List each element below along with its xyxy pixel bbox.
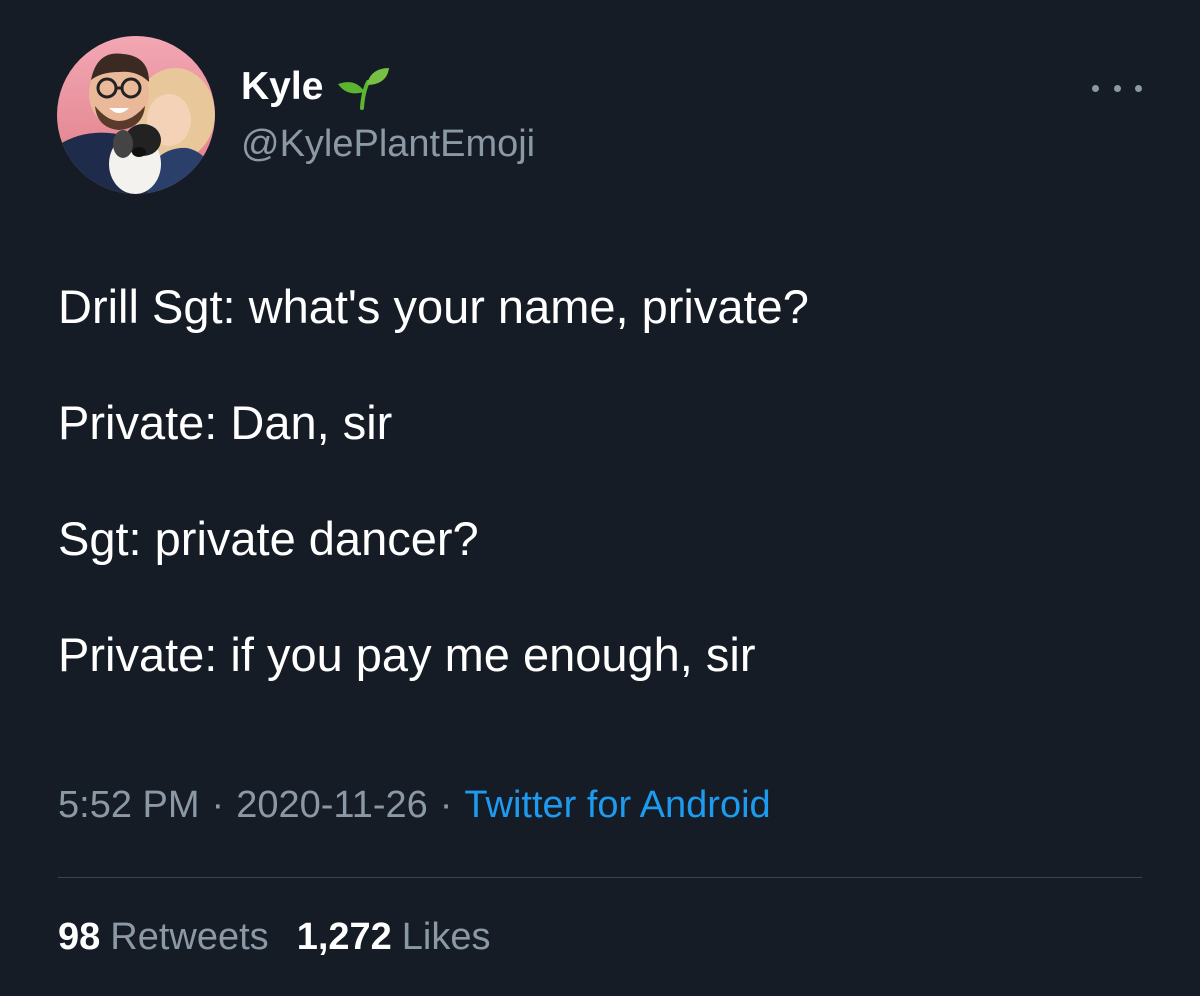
- retweets-stat[interactable]: 98 Retweets: [58, 916, 269, 958]
- seedling-icon: [335, 64, 393, 110]
- display-name[interactable]: Kyle: [241, 65, 323, 109]
- avatar[interactable]: [57, 36, 215, 194]
- meta-separator: ·: [439, 784, 453, 826]
- likes-count: 1,272: [296, 916, 392, 958]
- tweet-line: Drill Sgt: what's your name, private?: [58, 280, 809, 333]
- tweet-source-link[interactable]: Twitter for Android: [464, 784, 770, 826]
- retweets-label: Retweets: [110, 916, 269, 958]
- name-row: Kyle: [241, 64, 393, 110]
- dot: [1135, 84, 1142, 92]
- tweet-stats: 98 Retweets 1,272 Likes: [58, 916, 491, 959]
- tweet-text: Drill Sgt: what's your name, private? Pr…: [58, 277, 1168, 741]
- likes-label: Likes: [401, 916, 491, 958]
- dot: [1113, 84, 1121, 92]
- tweet-line: Private: if you pay me enough, sir: [58, 628, 756, 681]
- tweet-card: Kyle @KylePlantEmoji Drill Sgt: what's y…: [0, 0, 1200, 996]
- divider: [58, 877, 1142, 878]
- retweets-count: 98: [58, 916, 101, 958]
- tweet-line: Sgt: private dancer?: [58, 512, 479, 565]
- dot: [1092, 84, 1099, 92]
- user-handle[interactable]: @KylePlantEmoji: [241, 123, 535, 166]
- likes-stat[interactable]: 1,272 Likes: [297, 916, 491, 958]
- more-options-icon[interactable]: [1092, 80, 1142, 96]
- tweet-time[interactable]: 5:52 PM: [58, 784, 200, 826]
- meta-separator: ·: [211, 784, 225, 826]
- tweet-date[interactable]: 2020-11-26: [236, 784, 428, 826]
- tweet-line: Private: Dan, sir: [58, 396, 393, 449]
- tweet-meta: 5:52 PM · 2020-11-26 · Twitter for Android: [58, 784, 771, 827]
- avatar-illustration: [57, 36, 215, 194]
